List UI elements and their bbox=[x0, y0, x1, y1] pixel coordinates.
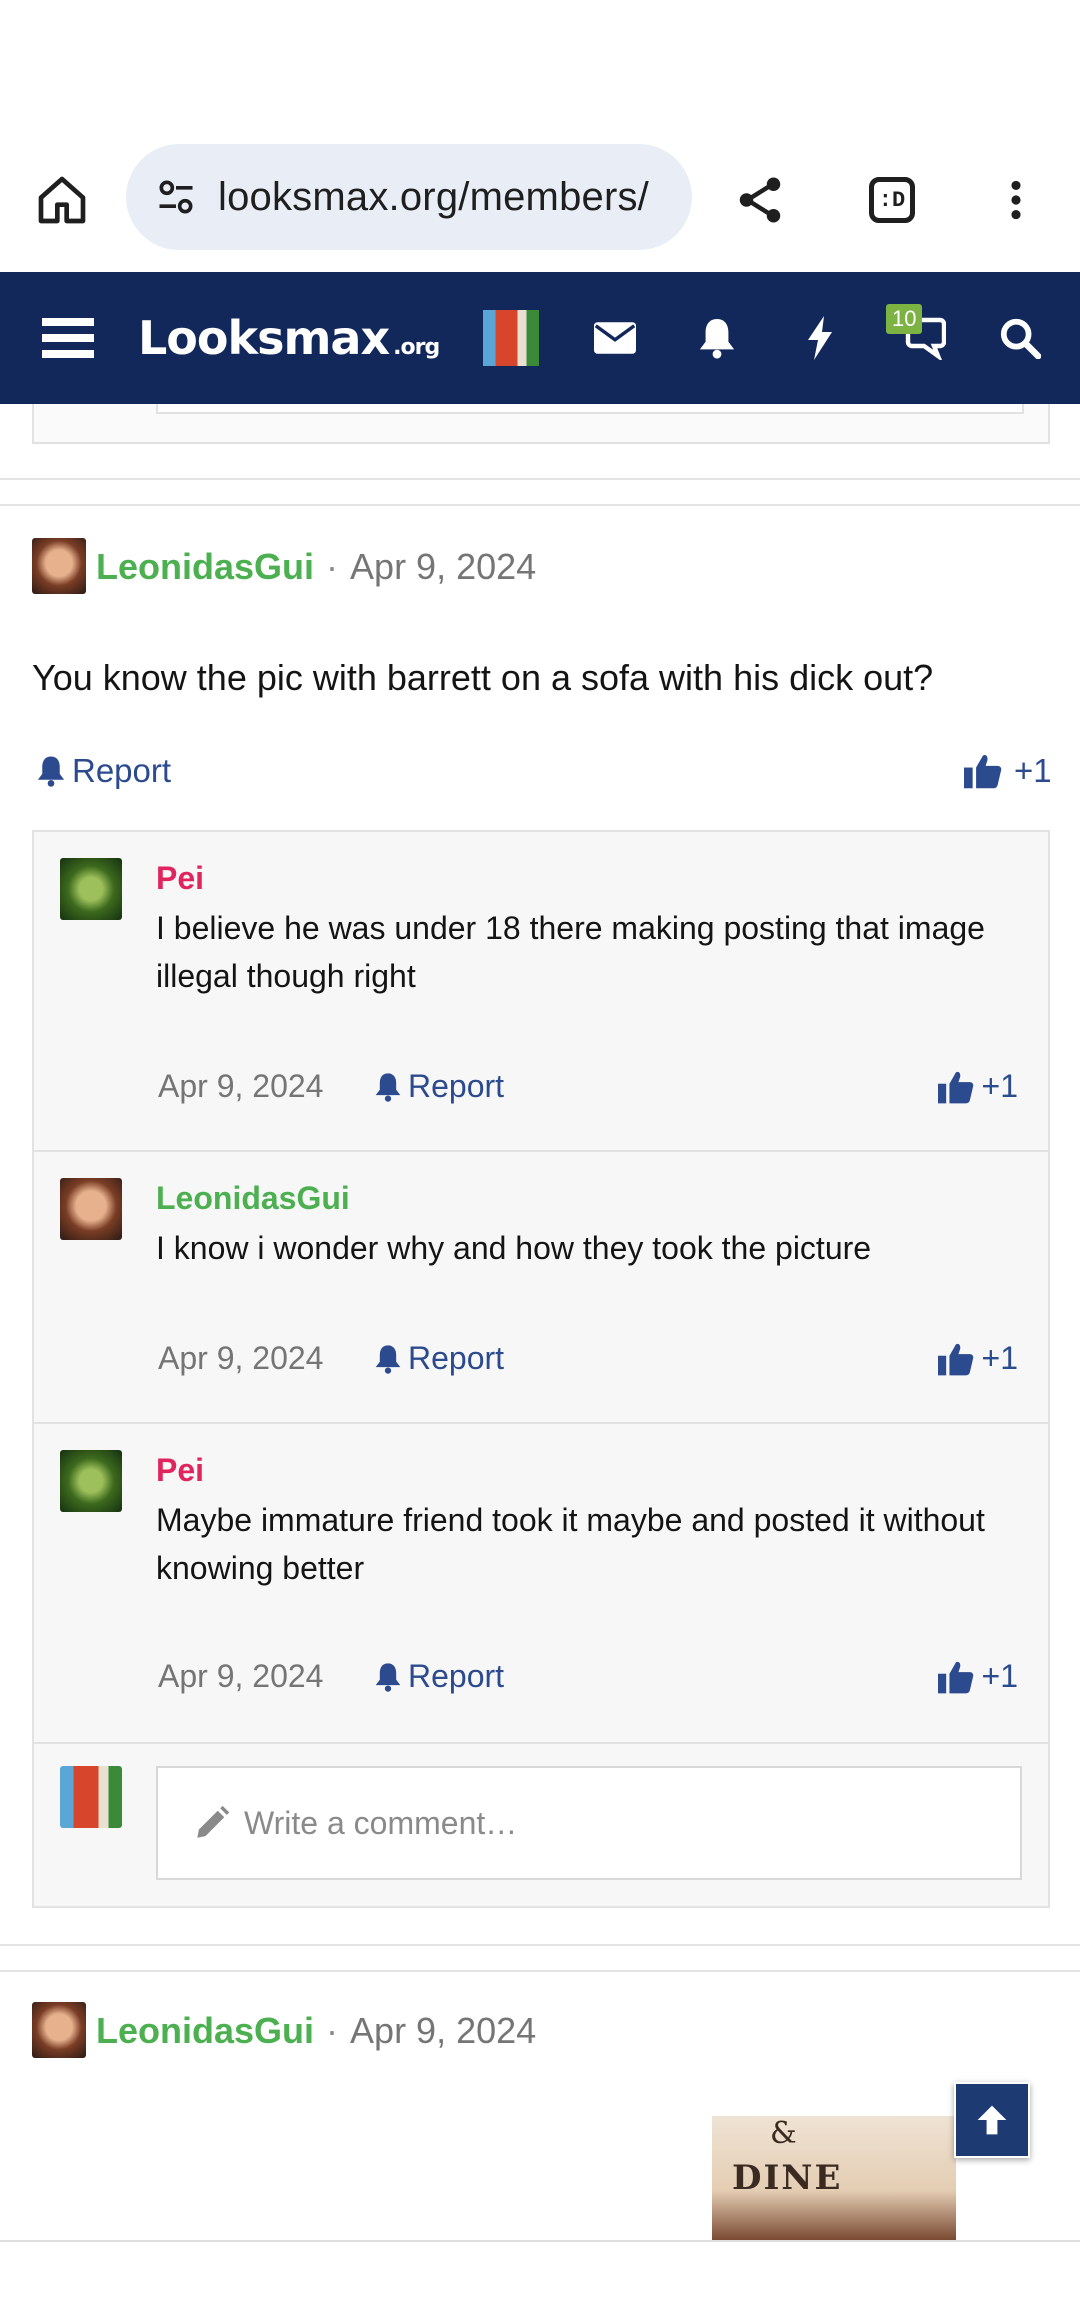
post-meta: LeonidasGui · Apr 9, 2024 bbox=[96, 2006, 536, 2056]
my-avatar bbox=[60, 1766, 122, 1828]
envelope-icon bbox=[594, 322, 636, 354]
status-bar-area bbox=[0, 0, 1080, 130]
menu-button[interactable] bbox=[30, 272, 106, 404]
like-button[interactable]: +1 bbox=[964, 748, 1052, 794]
meta-separator: · bbox=[326, 546, 339, 587]
tab-switcher-button[interactable]: :D bbox=[852, 160, 932, 240]
home-button[interactable] bbox=[22, 160, 102, 240]
logo-main: Looksmax bbox=[138, 311, 390, 365]
comment-author[interactable]: Pei bbox=[156, 860, 204, 897]
meta-separator: · bbox=[326, 2010, 339, 2051]
thumbs-up-icon bbox=[937, 1661, 973, 1693]
hamburger-icon bbox=[42, 318, 94, 358]
account-avatar-button[interactable] bbox=[482, 272, 540, 404]
comment-report-link[interactable]: Report bbox=[374, 1068, 504, 1105]
comment-like-button[interactable]: +1 bbox=[937, 1340, 1018, 1377]
comment-like-button[interactable]: +1 bbox=[937, 1658, 1018, 1695]
bottom-bar bbox=[0, 2240, 1080, 2300]
bell-icon bbox=[375, 1072, 401, 1102]
inbox-button[interactable] bbox=[584, 272, 646, 404]
comment-like-button[interactable]: +1 bbox=[937, 1068, 1018, 1105]
reaction-count: +1 bbox=[981, 1340, 1018, 1376]
post-body: You know the pic with barrett on a sofa … bbox=[32, 657, 934, 698]
site-settings-icon[interactable] bbox=[146, 167, 206, 227]
comment-text: I believe he was under 18 there making p… bbox=[156, 910, 985, 994]
previous-post-tail bbox=[32, 404, 1050, 444]
bell-icon bbox=[699, 319, 735, 359]
thumbs-up-icon bbox=[937, 1343, 973, 1375]
share-icon bbox=[739, 177, 781, 223]
post-date[interactable]: Apr 9, 2024 bbox=[350, 2010, 536, 2052]
report-label: Report bbox=[408, 1658, 505, 1694]
comment-report-link[interactable]: Report bbox=[374, 1340, 504, 1377]
avatar bbox=[483, 310, 539, 366]
post-meta: LeonidasGui · Apr 9, 2024 bbox=[96, 542, 536, 592]
tab-count: :D bbox=[869, 177, 915, 223]
share-button[interactable] bbox=[720, 160, 800, 240]
bell-icon bbox=[37, 756, 65, 787]
thumbs-up-icon bbox=[964, 754, 1002, 789]
comment-avatar[interactable] bbox=[60, 858, 122, 920]
conversations-badge: 10 bbox=[886, 304, 923, 334]
post-divider bbox=[0, 478, 1080, 480]
more-vert-icon bbox=[1011, 180, 1021, 220]
thumbs-up-icon bbox=[937, 1071, 973, 1103]
comment-date[interactable]: Apr 9, 2024 bbox=[158, 1340, 323, 1377]
comment-report-link[interactable]: Report bbox=[374, 1658, 504, 1695]
site-header: Looksmax .org 10 bbox=[0, 272, 1080, 404]
post-image[interactable]: & DINE bbox=[712, 2116, 956, 2240]
pencil-icon bbox=[197, 1805, 230, 1838]
comment-avatar[interactable] bbox=[60, 1450, 122, 1512]
logo-suffix: .org bbox=[393, 334, 440, 360]
bolt-icon bbox=[808, 316, 832, 360]
report-label: Report bbox=[408, 1340, 505, 1376]
arrow-up-icon bbox=[977, 2105, 1007, 2135]
comment-item: Pei I believe he was under 18 there maki… bbox=[34, 832, 1048, 1150]
comment-author[interactable]: LeonidasGui bbox=[156, 1180, 350, 1217]
comment-date[interactable]: Apr 9, 2024 bbox=[158, 1068, 323, 1105]
reaction-count: +1 bbox=[981, 1068, 1018, 1104]
comment-item: Pei Maybe immature friend took it maybe … bbox=[34, 1424, 1048, 1742]
post-date[interactable]: Apr 9, 2024 bbox=[350, 546, 536, 588]
home-icon bbox=[38, 176, 86, 224]
author-avatar[interactable] bbox=[32, 538, 86, 594]
reaction-count: +1 bbox=[1014, 752, 1052, 789]
author-avatar[interactable] bbox=[32, 2002, 86, 2058]
write-comment-field[interactable]: Write a comment… bbox=[156, 1766, 1022, 1880]
report-link[interactable]: Report bbox=[36, 748, 171, 794]
report-label: Report bbox=[72, 752, 172, 789]
alerts-button[interactable] bbox=[686, 272, 748, 404]
site-logo[interactable]: Looksmax .org bbox=[138, 272, 440, 404]
bell-icon bbox=[375, 1344, 401, 1374]
whats-new-button[interactable] bbox=[790, 272, 850, 404]
address-bar[interactable]: looksmax.org/members/ bbox=[126, 144, 692, 250]
post-author[interactable]: LeonidasGui bbox=[96, 546, 314, 588]
comment-placeholder: Write a comment… bbox=[244, 1804, 518, 1841]
reaction-count: +1 bbox=[981, 1658, 1018, 1694]
comment-avatar[interactable] bbox=[60, 1178, 122, 1240]
post-divider bbox=[0, 1944, 1080, 1946]
comment-date[interactable]: Apr 9, 2024 bbox=[158, 1658, 323, 1695]
search-button[interactable] bbox=[990, 272, 1050, 404]
scroll-to-top-button[interactable] bbox=[954, 2082, 1030, 2158]
comment-divider bbox=[34, 1742, 1048, 1744]
image-text-word: DINE bbox=[732, 2158, 843, 2198]
comment-text: Maybe immature friend took it maybe and … bbox=[156, 1502, 985, 1586]
browser-menu-button[interactable] bbox=[976, 160, 1056, 240]
bell-icon bbox=[375, 1662, 401, 1692]
comment-author[interactable]: Pei bbox=[156, 1452, 204, 1489]
browser-toolbar: looksmax.org/members/ :D bbox=[0, 130, 1080, 272]
report-label: Report bbox=[408, 1068, 505, 1104]
search-icon bbox=[1000, 318, 1041, 359]
image-text-amp: & bbox=[770, 2116, 797, 2151]
previous-comment-input-tail bbox=[156, 404, 1024, 414]
comments-section: Pei I believe he was under 18 there maki… bbox=[32, 830, 1050, 1908]
post-author[interactable]: LeonidasGui bbox=[96, 2010, 314, 2052]
conversations-button[interactable] bbox=[884, 272, 956, 404]
post-divider bbox=[0, 504, 1080, 506]
comment-item: LeonidasGui I know i wonder why and how … bbox=[34, 1152, 1048, 1422]
post-divider bbox=[0, 1970, 1080, 1972]
url-text: looksmax.org/members/ bbox=[218, 174, 649, 219]
comment-text: I know i wonder why and how they took th… bbox=[156, 1230, 872, 1266]
